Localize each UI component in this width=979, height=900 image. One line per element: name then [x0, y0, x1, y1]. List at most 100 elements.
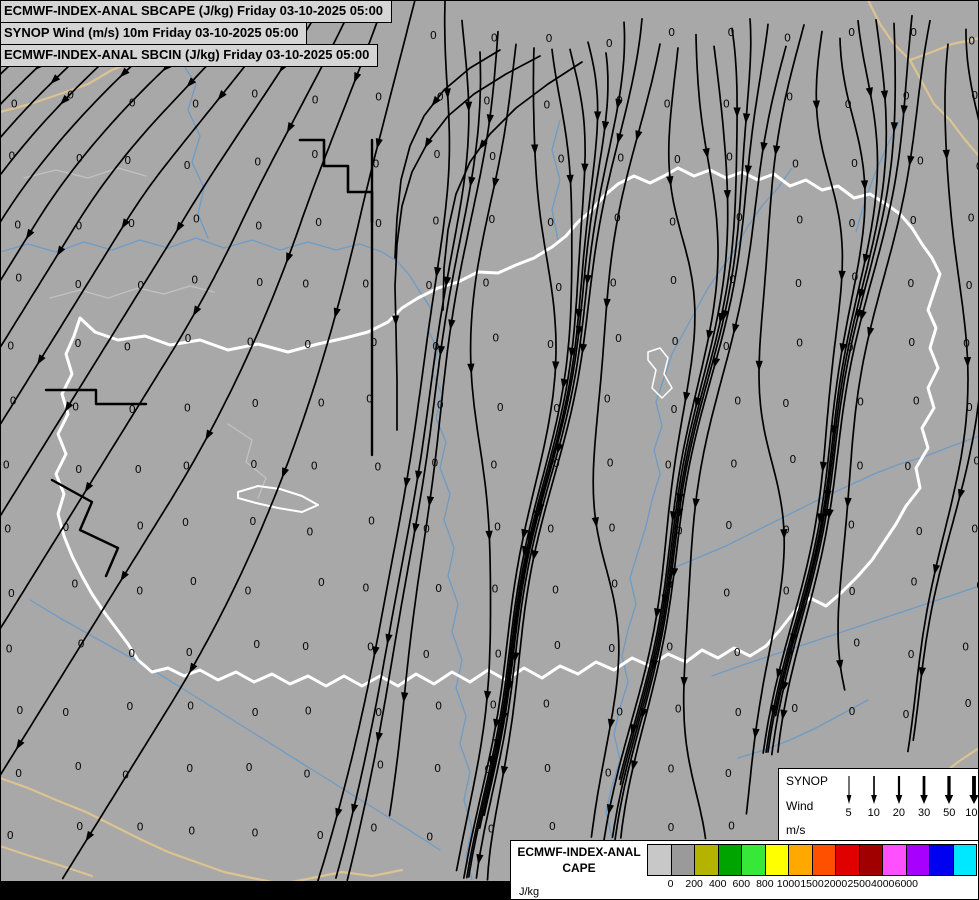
station-value: 0: [729, 273, 736, 286]
station-value: 0: [782, 397, 789, 410]
station-value: 0: [252, 827, 259, 840]
station-value: 0: [75, 278, 82, 291]
map-canvas: 0 0 0 0 0 0 0 0 0 0 0 0 0 0 0 0 0 0 0 0 0 0 0 0 0 0 0 0 0 0 0 0 0 0 0 0 0 0 0 0…: [0, 0, 979, 900]
station-value: 0: [616, 705, 623, 718]
station-value: 0: [723, 587, 730, 600]
station-value: 0: [555, 281, 562, 294]
station-value: 0: [910, 26, 917, 39]
cape-cell-7: [812, 845, 836, 875]
station-value: 0: [547, 216, 554, 229]
wind-legend-quantity: Wind: [786, 799, 836, 813]
station-value: 0: [191, 274, 198, 287]
station-value: 0: [549, 820, 556, 833]
station-value: 0: [375, 217, 382, 230]
station-value: 0: [614, 211, 621, 224]
station-value: 0: [554, 639, 561, 652]
wind-speed-label: 10: [868, 807, 880, 819]
station-value: 0: [251, 88, 258, 101]
station-value: 0: [367, 641, 374, 654]
station-value: 0: [783, 524, 790, 537]
station-value: 0: [674, 153, 681, 166]
station-value: 0: [245, 585, 252, 598]
cape-value-label: 1000: [777, 878, 800, 890]
cape-colorbar-values: 0200400600800100015002000250040006000: [647, 876, 977, 894]
station-value: 0: [136, 585, 143, 598]
station-value: 0: [723, 340, 730, 353]
station-value: 0: [62, 521, 69, 534]
station-value: 0: [370, 822, 377, 835]
station-value: 0: [966, 279, 973, 292]
station-value: 0: [254, 155, 261, 168]
station-value: 0: [851, 157, 858, 170]
station-value: 0: [728, 26, 735, 39]
station-value: 0: [302, 640, 309, 653]
station-value: 0: [494, 520, 501, 533]
station-value: 0: [483, 277, 490, 290]
station-value: 0: [128, 647, 135, 660]
station-value: 0: [184, 159, 191, 172]
station-value: 0: [490, 699, 497, 712]
station-value: 0: [6, 642, 13, 655]
station-value: 0: [71, 578, 78, 591]
cape-cell-10: [882, 845, 906, 875]
station-value: 0: [492, 331, 499, 344]
station-value: 0: [911, 576, 918, 589]
station-value: 0: [543, 697, 550, 710]
station-value: 0: [124, 154, 131, 167]
station-value: 0: [250, 458, 257, 471]
station-value: 0: [904, 460, 911, 473]
station-value: 0: [734, 395, 741, 408]
wind-arrow-icon: [941, 773, 957, 806]
station-value: 0: [735, 706, 742, 719]
station-value: 0: [796, 337, 803, 350]
station-value: 0: [187, 699, 194, 712]
station-value: 0: [186, 762, 193, 775]
station-value: 0: [484, 763, 491, 776]
station-value: 0: [553, 457, 560, 470]
station-value: 0: [666, 578, 673, 591]
station-value: 0: [669, 216, 676, 229]
station-value: 0: [665, 459, 672, 472]
wind-arrow-5: 5: [836, 773, 861, 844]
station-value: 0: [907, 277, 914, 290]
station-value: 0: [617, 151, 624, 164]
station-value: 0: [75, 220, 82, 233]
station-value: 0: [490, 459, 497, 472]
station-value: 0: [126, 700, 133, 713]
station-value: 0: [615, 332, 622, 345]
station-value: 0: [78, 637, 85, 650]
station-value: 0: [311, 148, 318, 161]
station-value: 0: [435, 582, 442, 595]
station-value: 0: [8, 587, 15, 600]
station-value: 0: [192, 97, 199, 110]
station-value: 0: [666, 640, 673, 653]
station-value: 0: [426, 279, 433, 292]
station-value: 0: [728, 820, 735, 833]
station-value: 0: [185, 332, 192, 345]
station-value: 0: [182, 516, 189, 529]
station-value: 0: [796, 213, 803, 226]
station-value: 0: [11, 97, 18, 110]
station-value: 0: [734, 646, 741, 659]
station-value: 0: [784, 32, 791, 45]
cape-value-label: 600: [733, 878, 751, 890]
station-value: 0: [671, 403, 678, 416]
station-value: 0: [971, 89, 978, 102]
station-value: 0: [973, 455, 979, 468]
wind-arrow-100: 100: [962, 773, 979, 844]
station-value: 0: [668, 821, 675, 834]
station-value: 0: [137, 821, 144, 834]
station-value: 0: [609, 522, 616, 535]
station-value: 0: [16, 704, 23, 717]
cape-value-label: 6000: [895, 878, 918, 890]
station-value: 0: [75, 760, 82, 773]
wind-arrow-icon: [891, 773, 907, 806]
station-value: 0: [792, 158, 799, 171]
station-value: 0: [483, 94, 490, 107]
cape-value-label: 400: [709, 878, 727, 890]
cape-colorbar-cells: [647, 844, 977, 876]
station-value: 0: [546, 32, 553, 45]
region-borders: [24, 168, 266, 498]
station-value: 0: [377, 758, 384, 771]
station-value: 0: [129, 403, 136, 416]
